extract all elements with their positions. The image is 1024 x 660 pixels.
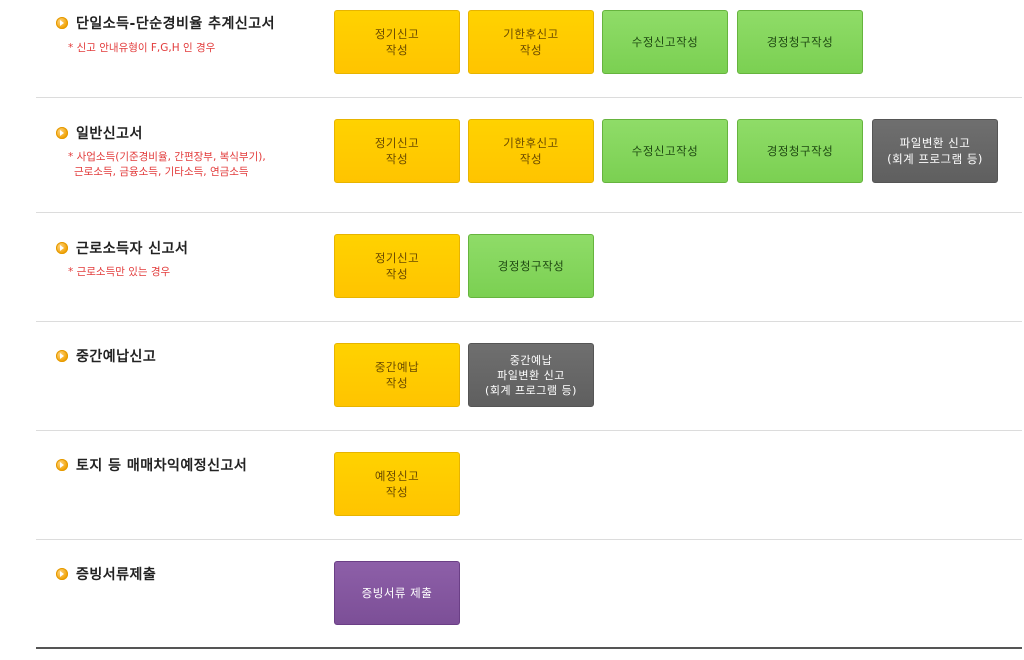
- late-filing-button[interactable]: 기한후신고 작성: [468, 119, 594, 183]
- section-title: 증빙서류제출: [76, 567, 157, 583]
- section-note-line: * 사업소득(기준경비율, 간편장부, 복식부기),: [68, 151, 266, 163]
- section-title: 근로소득자 신고서: [76, 241, 189, 257]
- section-title-row: 단일소득-단순경비율 추계신고서: [56, 13, 275, 33]
- section-divider: [36, 212, 1022, 213]
- section-title: 단일소득-단순경비율 추계신고서: [76, 16, 276, 32]
- section-divider: [36, 97, 1022, 98]
- regular-filing-button[interactable]: 정기신고 작성: [334, 10, 460, 74]
- section-title-row: 증빙서류제출: [56, 564, 156, 584]
- interim-file-conversion-button[interactable]: 중간예납 파일변환 신고 (회계 프로그램 등): [468, 343, 594, 407]
- correction-claim-button[interactable]: 경정청구작성: [468, 234, 594, 298]
- interim-prepayment-button[interactable]: 중간예납 작성: [334, 343, 460, 407]
- regular-filing-button[interactable]: 정기신고 작성: [334, 119, 460, 183]
- section-title-row: 근로소득자 신고서: [56, 238, 188, 258]
- orange-circle-arrow-icon: [56, 459, 68, 471]
- section-title-row: 중간예납신고: [56, 346, 156, 366]
- orange-circle-arrow-icon: [56, 350, 68, 362]
- section-divider: [36, 321, 1022, 322]
- section-title-row: 일반신고서: [56, 123, 143, 143]
- evidence-submit-button[interactable]: 증빙서류 제출: [334, 561, 460, 625]
- correction-claim-button[interactable]: 경정청구작성: [737, 10, 863, 74]
- section-title: 일반신고서: [76, 126, 143, 142]
- section-title-row: 토지 등 매매차익예정신고서: [56, 455, 247, 475]
- orange-circle-arrow-icon: [56, 242, 68, 254]
- section-title: 중간예납신고: [76, 349, 157, 365]
- section-note-line: 근로소득, 금융소득, 기타소득, 연금소득: [74, 166, 249, 178]
- section-note: * 사업소득(기준경비율, 간편장부, 복식부기), 근로소득, 금융소득, 기…: [68, 150, 266, 180]
- section-note: * 신고 안내유형이 F,G,H 인 경우: [68, 42, 216, 54]
- correction-claim-button[interactable]: 경정청구작성: [737, 119, 863, 183]
- bottom-divider: [36, 647, 1022, 649]
- regular-filing-button[interactable]: 정기신고 작성: [334, 234, 460, 298]
- section-title: 토지 등 매매차익예정신고서: [76, 458, 248, 474]
- scheduled-filing-button[interactable]: 예정신고 작성: [334, 452, 460, 516]
- section-note: * 근로소득만 있는 경우: [68, 266, 171, 278]
- late-filing-button[interactable]: 기한후신고 작성: [468, 10, 594, 74]
- file-conversion-filing-button[interactable]: 파일변환 신고 (회계 프로그램 등): [872, 119, 998, 183]
- amended-filing-button[interactable]: 수정신고작성: [602, 10, 728, 74]
- amended-filing-button[interactable]: 수정신고작성: [602, 119, 728, 183]
- orange-circle-arrow-icon: [56, 568, 68, 580]
- orange-circle-arrow-icon: [56, 17, 68, 29]
- section-divider: [36, 430, 1022, 431]
- orange-circle-arrow-icon: [56, 127, 68, 139]
- section-divider: [36, 539, 1022, 540]
